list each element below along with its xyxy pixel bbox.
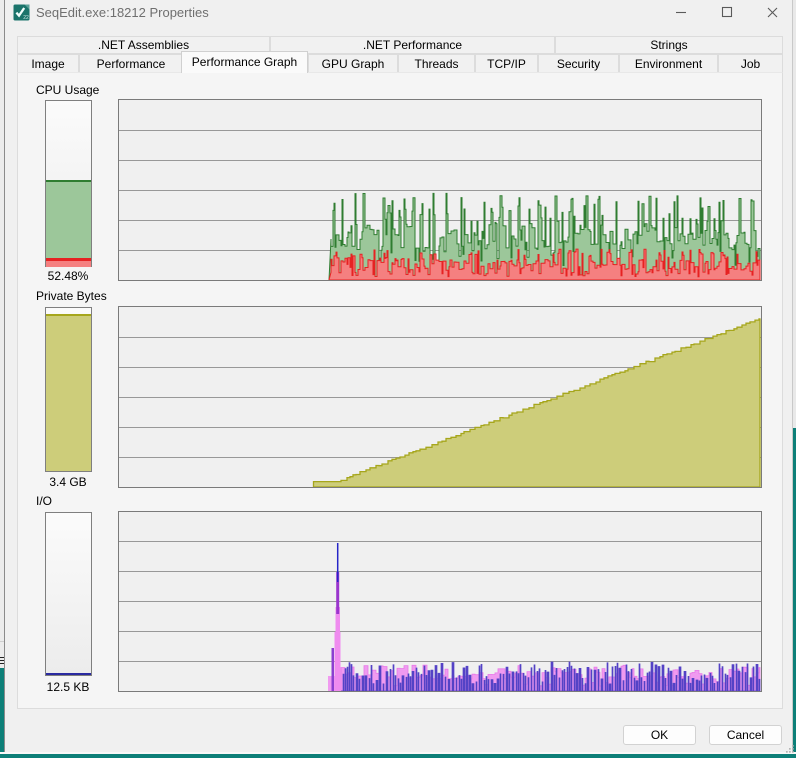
svg-text:22: 22: [23, 15, 29, 21]
